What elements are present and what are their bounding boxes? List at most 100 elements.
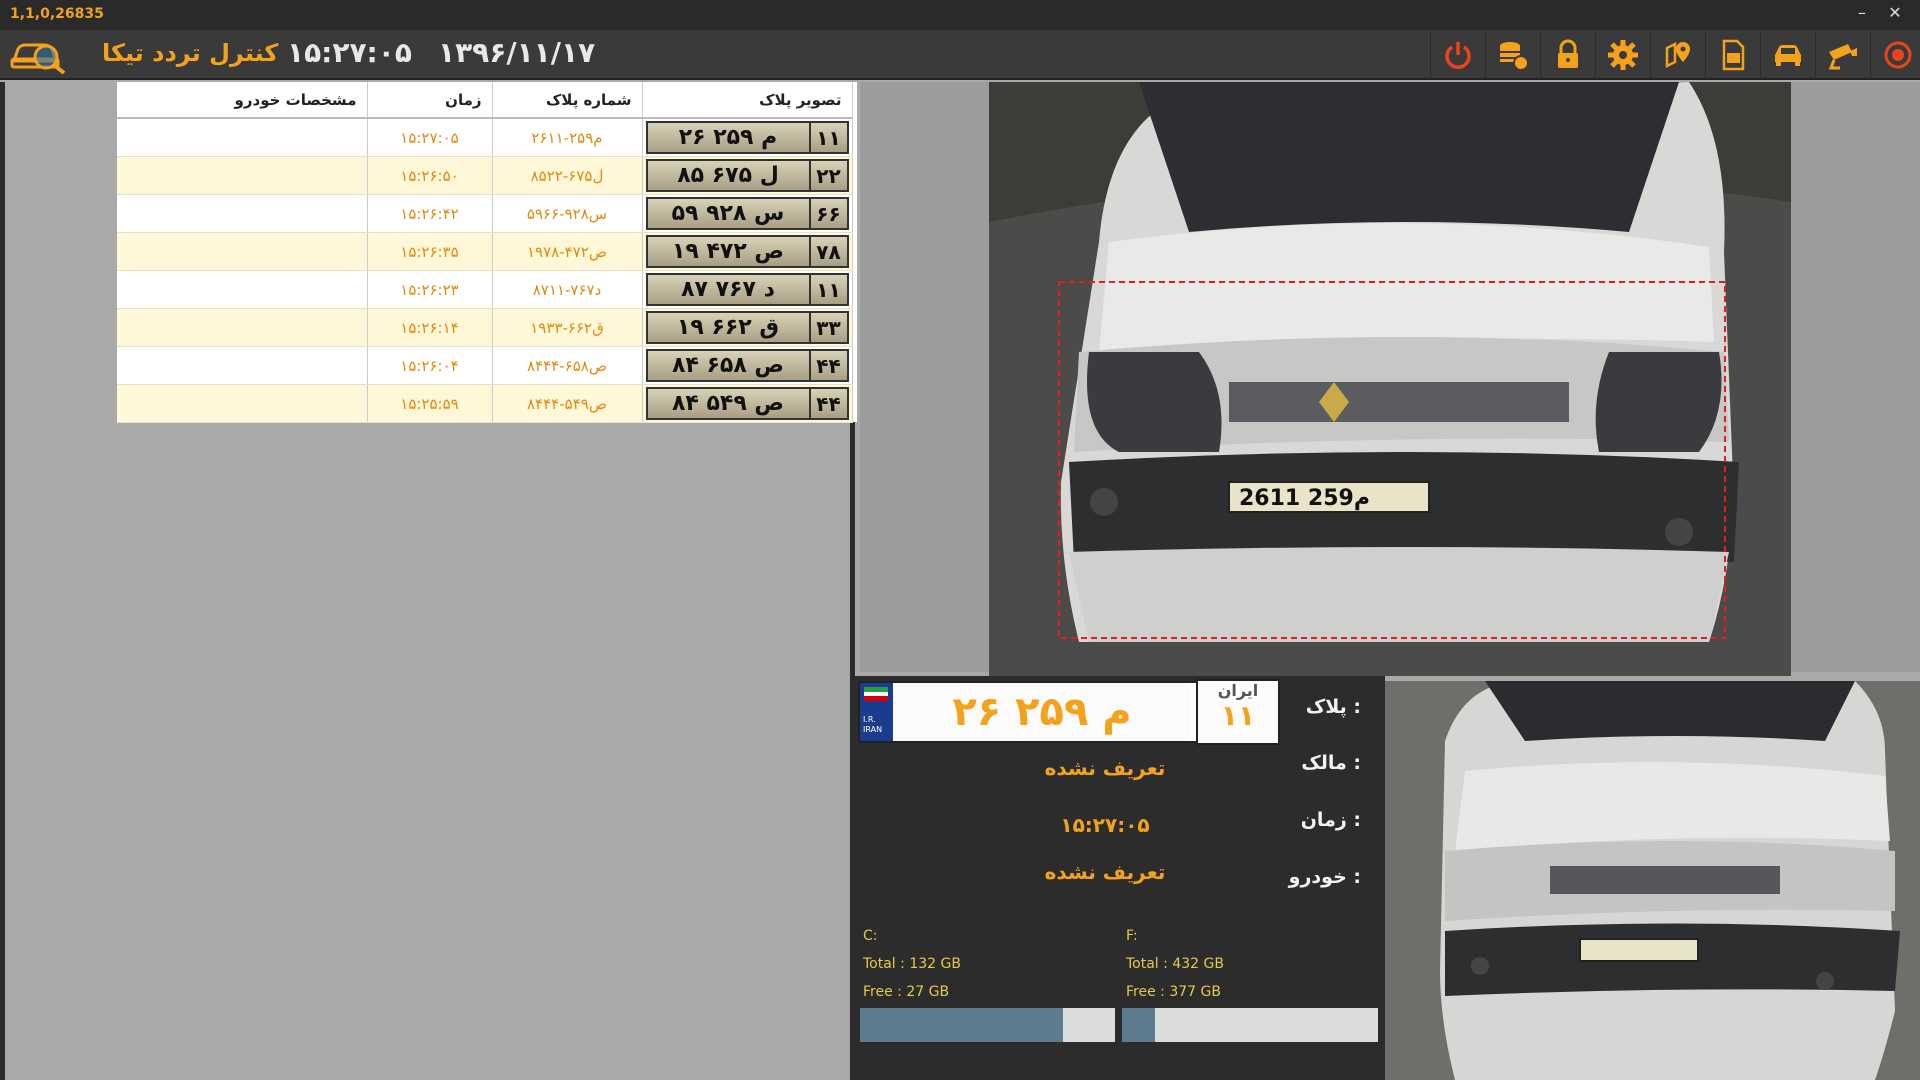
plate-thumbnail-code: ۷۸ — [808, 237, 847, 266]
plate-thumbnail: ۱۹ ص ۴۷۲ ۷۸ — [645, 235, 849, 268]
column-header-plate[interactable]: شماره پلاک — [492, 82, 643, 119]
table-row[interactable]: ۱۵:۲۶:۲۳ ۸۷د۷۶۷-۱۱ ۸۷ د ۷۶۷ ۱۱ — [117, 270, 853, 309]
vehicles-button[interactable] — [1760, 31, 1814, 79]
time-label: زمان : — [1300, 809, 1361, 831]
plate-region-code: ۱۱ — [1220, 699, 1256, 732]
license-plate: I.R. IRAN ۲۶ م ۲۵۹ ایران ۱۱ — [858, 679, 1280, 745]
disk-f-total: Total : 432 GB — [1126, 956, 1224, 972]
time-cell: ۱۵:۲۶:۱۴ — [367, 308, 493, 347]
plate-cell: ۸۴ص۶۵۸-۴۴ — [492, 346, 643, 385]
version-label: 1,1,0,26835 — [10, 6, 104, 22]
time-cell: ۱۵:۲۶:۵۰ — [367, 156, 493, 195]
settings-button[interactable] — [1595, 31, 1649, 79]
disk-c-usage-bar — [860, 1008, 1115, 1042]
plate-thumbnail-number: ۱۹ ق ۶۶۲ — [676, 315, 780, 340]
plate-image-cell: ۸۴ ص ۶۵۸ ۴۴ — [642, 346, 853, 385]
lock-button[interactable] — [1540, 31, 1594, 79]
database-icon — [1499, 42, 1529, 71]
plate-thumbnail-number: ۸۵ ل ۶۷۵ — [677, 163, 779, 188]
stop-button[interactable] — [1870, 31, 1920, 79]
owner-value: تعریف نشده — [1044, 756, 1166, 780]
plate-thumbnail: ۵۹ س ۹۲۸ ۶۶ — [645, 197, 849, 230]
power-icon — [1444, 42, 1471, 69]
disk-f-name: F: — [1126, 928, 1138, 944]
plate-image-cell: ۱۹ ق ۶۶۲ ۳۳ — [642, 308, 853, 347]
plate-thumbnail-code: ۴۴ — [808, 351, 847, 380]
vehicle-cell — [117, 346, 368, 385]
map-pin-icon — [1665, 41, 1690, 69]
plate-capture-image[interactable] — [1385, 681, 1920, 1080]
plate-image-cell: ۸۵ ل ۶۷۵ ۲۲ — [642, 156, 853, 195]
plate-image-cell: ۲۶ م ۲۵۹ ۱۱ — [642, 118, 853, 157]
plate-image-cell: ۸۷ د ۷۶۷ ۱۱ — [642, 270, 853, 309]
minimize-button[interactable]: – — [1850, 3, 1874, 25]
plate-thumbnail-code: ۱۱ — [808, 275, 847, 304]
table-row[interactable]: ۱۵:۲۶:۴۲ ۵۹س۹۲۸-۶۶ ۵۹ س ۹۲۸ ۶۶ — [117, 194, 853, 233]
plate-cell: ۸۴ص۵۴۹-۴۴ — [492, 384, 643, 423]
disk-c-info: C: Total : 132 GB Free : 27 GB — [863, 922, 961, 1006]
column-header-vehicle[interactable]: مشخصات خودرو — [117, 82, 368, 119]
lock-icon — [1557, 39, 1578, 68]
close-button[interactable]: ✕ — [1883, 3, 1907, 25]
date: ۱۳۹۶/۱۱/۱۷ — [438, 36, 596, 69]
plate-cell: ۱۹ص۴۷۲-۷۸ — [492, 232, 643, 271]
plate-cell: ۸۷د۷۶۷-۱۱ — [492, 270, 643, 309]
plate-label: پلاک : — [1305, 696, 1361, 718]
camera-button[interactable] — [1815, 31, 1869, 79]
table-body: ۱۵:۲۷:۰۵ ۲۶م۲۵۹-۱۱ ۲۶ م ۲۵۹ ۱۱ ۱۵:۲۶:۵۰ ۸۵ل۶۷… — [117, 118, 853, 423]
vehicle-label: خودرو : — [1288, 866, 1361, 888]
vehicle-cell — [117, 156, 368, 195]
report-button[interactable] — [1705, 31, 1759, 79]
plate-country-strip: I.R. IRAN — [860, 683, 893, 741]
table-row[interactable]: ۱۵:۲۶:۳۵ ۱۹ص۴۷۲-۷۸ ۱۹ ص ۴۷۲ ۷۸ — [117, 232, 853, 271]
plate-thumbnail-number: ۱۹ ص ۴۷۲ — [671, 239, 785, 264]
column-header-image[interactable]: تصویر پلاک — [642, 82, 853, 119]
table-row[interactable]: ۱۵:۲۵:۵۹ ۸۴ص۵۴۹-۴۴ ۸۴ ص ۵۴۹ ۴۴ — [117, 384, 853, 423]
vehicle-info-panel: I.R. IRAN ۲۶ م ۲۵۹ ایران ۱۱ پلاک : مالک … — [855, 676, 1385, 1080]
plate-cell: ۱۹ق۶۶۲-۳۳ — [492, 308, 643, 347]
iran-flag-icon — [864, 687, 888, 701]
disk-c-total: Total : 132 GB — [863, 956, 961, 972]
map-button[interactable] — [1650, 31, 1704, 79]
disk-f-free: Free : 377 GB — [1126, 984, 1221, 1000]
camera-view-image[interactable]: 26م259 11 — [989, 82, 1791, 676]
car-icon — [1774, 45, 1801, 66]
vehicle-cell — [117, 194, 368, 233]
plate-thumbnail-code: ۴۴ — [808, 389, 847, 418]
plate-thumbnail: ۲۶ م ۲۵۹ ۱۱ — [645, 121, 849, 154]
owner-label: مالک : — [1301, 752, 1361, 774]
column-header-time[interactable]: زمان — [367, 82, 493, 119]
disk-f-usage-fill — [1122, 1008, 1155, 1042]
plate-number: ۲۶ م ۲۵۹ — [894, 683, 1190, 741]
app-title: کنترل تردد تیکا — [102, 39, 279, 67]
title-bar: 1,1,0,26835 – ✕ — [0, 0, 1920, 30]
table-row[interactable]: ۱۵:۲۷:۰۵ ۲۶م۲۵۹-۱۱ ۲۶ م ۲۵۹ ۱۱ — [117, 118, 853, 157]
disk-f-info: F: Total : 432 GB Free : 377 GB — [1126, 922, 1224, 1006]
table-row[interactable]: ۱۵:۲۶:۰۴ ۸۴ص۶۵۸-۴۴ ۸۴ ص ۶۵۸ ۴۴ — [117, 346, 853, 385]
plate-thumbnail: ۸۵ ل ۶۷۵ ۲۲ — [645, 159, 849, 192]
svg-text:26م259 11: 26م259 11 — [1239, 486, 1370, 511]
plate-thumbnail-number: ۸۴ ص ۵۴۹ — [671, 391, 785, 416]
disk-c-free: Free : 27 GB — [863, 984, 950, 1000]
toolbar: کنترل تردد تیکا ۱۵:۲۷:۰۵ ۱۳۹۶/۱۱/۱۷ — [0, 30, 1920, 80]
plate-thumbnail: ۸۴ ص ۶۵۸ ۴۴ — [645, 349, 849, 382]
plate-image-cell: ۱۹ ص ۴۷۲ ۷۸ — [642, 232, 853, 271]
table-row[interactable]: ۱۵:۲۶:۵۰ ۸۵ل۶۷۵-۲۲ ۸۵ ل ۶۷۵ ۲۲ — [117, 156, 853, 195]
plate-thumbnail: ۸۷ د ۷۶۷ ۱۱ — [645, 273, 849, 306]
plate-cell: ۲۶م۲۵۹-۱۱ — [492, 118, 643, 157]
plate-thumbnail: ۸۴ ص ۵۴۹ ۴۴ — [645, 387, 849, 420]
power-button[interactable] — [1430, 31, 1484, 79]
table-header: مشخصات خودرو زمان شماره پلاک تصویر پلاک — [117, 82, 853, 119]
database-button[interactable] — [1485, 31, 1539, 79]
plate-thumbnail-number: ۸۷ د ۷۶۷ — [681, 277, 775, 302]
vehicle-value: تعریف نشده — [1044, 860, 1166, 884]
traffic-list-panel: مشخصات خودرو زمان شماره پلاک تصویر پلاک … — [0, 82, 857, 1080]
plate-cell: ۵۹س۹۲۸-۶۶ — [492, 194, 643, 233]
report-icon — [1722, 39, 1744, 71]
app-window: 1,1,0,26835 – ✕ کنترل تردد تیکا ۱۵:۲۷:۰۵… — [0, 0, 1920, 1080]
plate-thumbnail-number: ۸۴ ص ۶۵۸ — [671, 353, 785, 378]
time-cell: ۱۵:۲۶:۳۵ — [367, 232, 493, 271]
plate-region-title: ایران — [1217, 681, 1259, 700]
vehicle-cell — [117, 384, 368, 423]
table-row[interactable]: ۱۵:۲۶:۱۴ ۱۹ق۶۶۲-۳۳ ۱۹ ق ۶۶۲ ۳۳ — [117, 308, 853, 347]
